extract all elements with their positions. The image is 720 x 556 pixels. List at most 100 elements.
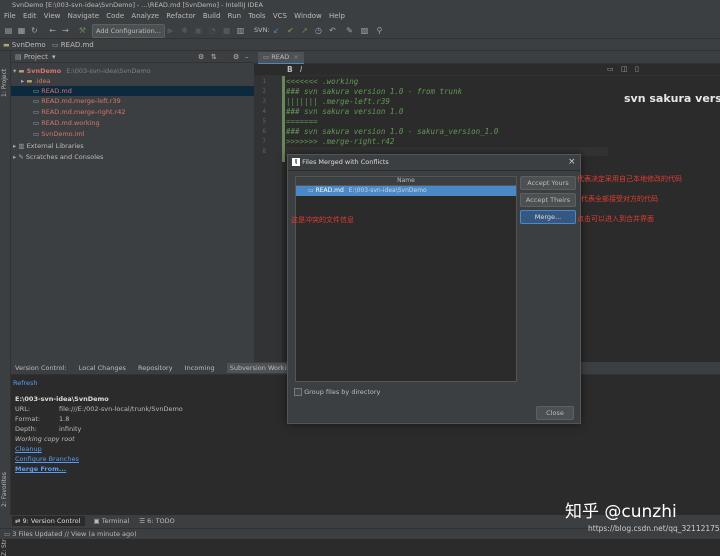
version-control-tool-button[interactable]: ⇄ 9: Version Control	[12, 516, 86, 526]
accept-yours-button[interactable]: Accept Yours	[520, 176, 576, 190]
markdown-toolbar: B I ▭ ◫ ▯	[254, 64, 720, 76]
forward-arrow-icon[interactable]: →	[61, 26, 70, 35]
menu-navigate[interactable]: Navigate	[68, 12, 99, 20]
format-label: Format:	[15, 415, 41, 423]
coverage-icon[interactable]: ▣	[194, 26, 203, 35]
accept-theirs-button[interactable]: Accept Theirs	[520, 193, 576, 207]
project-view-icon: ▤	[15, 53, 22, 61]
code-line[interactable]: >>>>>>> .merge-right.r42	[286, 137, 394, 147]
project-view-selector[interactable]: Project	[24, 53, 48, 61]
merge-button[interactable]: Merge...	[520, 210, 576, 224]
folder-icon: ▬	[18, 67, 25, 75]
zhihu-watermark: 知乎 @cunzhi	[565, 502, 677, 522]
bold-button[interactable]: B	[287, 65, 293, 74]
files-merged-dialog: IJ Files Merged with Conflicts × Name ▭ …	[287, 154, 581, 424]
menu-refactor[interactable]: Refactor	[166, 12, 195, 20]
svn-update-icon[interactable]: ↙	[272, 26, 281, 35]
menu-view[interactable]: View	[44, 12, 61, 20]
terminal-tool-button[interactable]: ▣ Terminal	[93, 517, 131, 525]
collapse-icon[interactable]: ⇅	[211, 51, 217, 63]
status-message[interactable]: 3 Files Updated // View (a minute ago)	[12, 530, 136, 538]
code-line[interactable]: <<<<<<< .working	[286, 77, 358, 87]
build-hammer-icon[interactable]: ⚒	[78, 26, 87, 35]
menu-help[interactable]: Help	[329, 12, 345, 20]
tree-item-merge-left[interactable]: ▭ READ.md.merge-left.r39	[33, 96, 121, 106]
tree-item-root[interactable]: ▾ ▬ SvnDemo E:\003-svn-idea\SvnDemo	[13, 66, 151, 76]
cleanup-link[interactable]: Cleanup	[15, 444, 42, 454]
menu-build[interactable]: Build	[203, 12, 221, 20]
left-tool-strip: 1: Project 2: Favorites Z: Structure	[0, 51, 11, 556]
menu-window[interactable]: Window	[294, 12, 322, 20]
add-configuration-button[interactable]: Add Configuration...	[92, 24, 165, 38]
close-button[interactable]: Close	[536, 406, 574, 420]
project-structure-icon[interactable]: ▥	[236, 26, 245, 35]
gear-icon[interactable]: ⚙	[198, 51, 204, 63]
tree-item-merge-right[interactable]: ▭ READ.md.merge-right.r42	[33, 107, 126, 117]
save-icon[interactable]: ▦	[17, 26, 26, 35]
menu-analyze[interactable]: Analyze	[131, 12, 159, 20]
preview-only-icon[interactable]: ▯	[635, 65, 639, 73]
line-number: 8	[262, 148, 266, 155]
breadcrumb-project[interactable]: SvnDemo	[12, 41, 46, 49]
menu-tools[interactable]: Tools	[248, 12, 265, 20]
open-folder-icon[interactable]: ▤	[4, 26, 13, 35]
annotation-accept-theirs: 代表全部接受对方的代码	[581, 195, 658, 203]
vc-label: Version Control:	[15, 364, 67, 372]
settings-icon[interactable]: ⚙	[233, 51, 239, 63]
column-header-name[interactable]: Name	[296, 177, 516, 186]
project-side-tab[interactable]: 1: Project	[1, 69, 8, 97]
search-everywhere-icon[interactable]: ⚲	[375, 26, 384, 35]
svn-compare-icon[interactable]: ↗	[300, 26, 309, 35]
code-line[interactable]: ### svn sakura version 1.0	[286, 107, 403, 117]
tab-local-changes[interactable]: Local Changes	[79, 364, 126, 372]
close-icon[interactable]: ×	[568, 155, 576, 170]
sync-icon[interactable]: ↻	[30, 26, 39, 35]
chevron-down-icon[interactable]: ▾	[52, 53, 56, 61]
run-icon[interactable]: ▶	[166, 26, 175, 35]
tree-item-iml[interactable]: ▭ SvnDemo.iml	[33, 129, 85, 139]
file-icon: ▭	[33, 97, 40, 105]
code-line[interactable]: ### svn sakura version 1.0 - sakura_vers…	[286, 127, 498, 137]
menu-edit[interactable]: Edit	[23, 12, 37, 20]
refresh-link[interactable]: Refresh	[13, 378, 38, 388]
tab-repository[interactable]: Repository	[138, 364, 173, 372]
menu-vcs[interactable]: VCS	[273, 12, 287, 20]
editor-only-icon[interactable]: ▭	[607, 65, 614, 73]
italic-button[interactable]: I	[300, 65, 302, 74]
code-line[interactable]: =======	[286, 117, 318, 127]
menu-code[interactable]: Code	[106, 12, 124, 20]
breadcrumb-file[interactable]: READ.md	[61, 41, 94, 49]
tree-item-external-libraries[interactable]: ▸ ▥ External Libraries	[13, 141, 84, 151]
profile-icon[interactable]: ◔	[208, 26, 217, 35]
collapse-arrow-icon: ▸	[21, 77, 25, 85]
conflict-file-row[interactable]: ▭ READ.md E:\003-svn-idea\SvnDemo	[296, 186, 516, 196]
menu-file[interactable]: File	[4, 12, 16, 20]
line-number: 3	[262, 98, 266, 105]
favorites-side-tab[interactable]: 2: Favorites	[1, 472, 8, 507]
svn-revert-icon[interactable]: ↶	[328, 26, 337, 35]
hide-icon[interactable]: –	[245, 51, 249, 63]
settings-wrench-icon[interactable]: ✎	[345, 26, 354, 35]
collapse-arrow-icon: ▸	[13, 142, 17, 150]
tab-incoming[interactable]: Incoming	[185, 364, 215, 372]
back-arrow-icon[interactable]: ←	[48, 26, 57, 35]
configure-branches-link[interactable]: Configure Branches	[15, 454, 79, 464]
menu-run[interactable]: Run	[228, 12, 241, 20]
merge-from-link[interactable]: Merge From...	[15, 464, 66, 474]
debug-icon[interactable]: ✱	[180, 26, 189, 35]
todo-tool-button[interactable]: ☰ 6: TODO	[139, 517, 175, 525]
tree-item-working[interactable]: ▭ READ.md.working	[33, 118, 100, 128]
group-by-directory-checkbox[interactable]: Group files by directory	[294, 388, 380, 396]
sdk-icon[interactable]: ▧	[360, 26, 369, 35]
tree-item-idea[interactable]: ▸ ▬ .idea	[21, 76, 51, 86]
code-line[interactable]: ### svn sakura version 1.0 - from trunk	[286, 87, 462, 97]
code-line[interactable]: ||||||| .merge-left.r39	[286, 97, 390, 107]
close-icon[interactable]: ×	[293, 53, 298, 61]
svn-commit-icon[interactable]: ✔	[286, 26, 295, 35]
svn-history-icon[interactable]: ◷	[314, 26, 323, 35]
split-view-icon[interactable]: ◫	[621, 65, 628, 73]
format-value: 1.8	[59, 415, 70, 423]
tree-item-scratches[interactable]: ▸ ✎ Scratches and Consoles	[13, 152, 103, 162]
tree-item-readme[interactable]: ▭ READ.md	[11, 86, 254, 96]
stop-icon[interactable]: ■	[222, 26, 231, 35]
